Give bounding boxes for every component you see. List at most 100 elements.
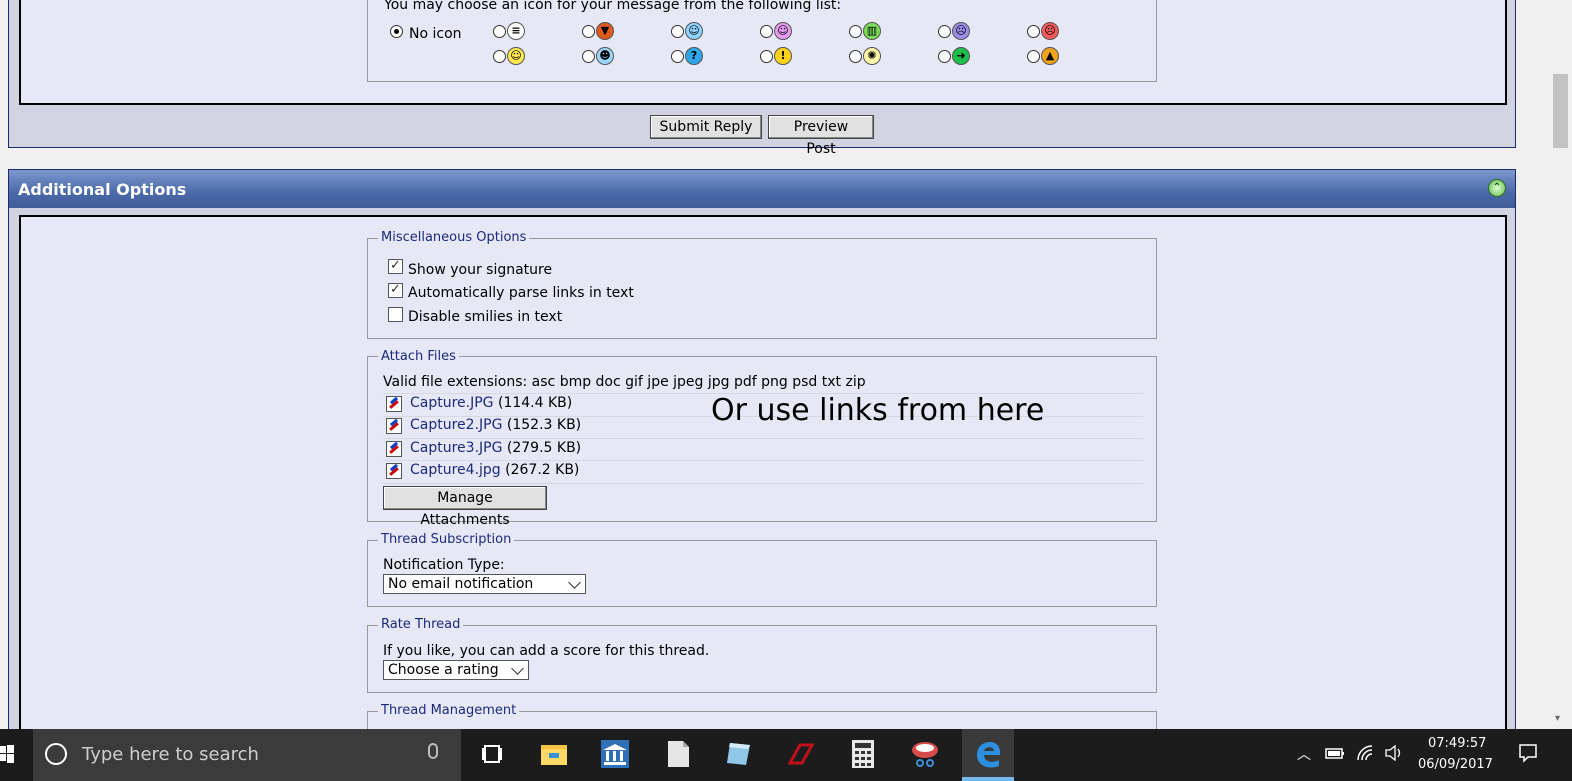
angry-icon: ☹ — [1041, 22, 1059, 40]
attachment-item: Capture2.JPG (152.3 KB) — [410, 417, 581, 433]
attach-files-legend: Attach Files — [378, 349, 459, 364]
attachment-item: Capture.JPG (114.4 KB) — [410, 395, 572, 411]
thread-subscription-legend: Thread Subscription — [378, 532, 515, 547]
show-signature-label: Show your signature — [408, 262, 553, 278]
attachment-file-icon — [386, 418, 402, 434]
scroll-down-arrow-icon[interactable]: ▾ — [1555, 713, 1560, 724]
attachment-link[interactable]: Capture.JPG — [410, 395, 494, 411]
chevron-down-icon — [568, 576, 581, 589]
scrollbar-thumb[interactable] — [1553, 74, 1568, 148]
thumbs-down-icon: ▼ — [596, 22, 614, 40]
thread-management-legend: Thread Management — [378, 703, 520, 718]
tongue-icon: ☺ — [774, 22, 792, 40]
attachment-link[interactable]: Capture4.jpg — [410, 462, 501, 478]
notification-type-value: No email notification — [388, 576, 534, 592]
misc-options-legend: Miscellaneous Options — [378, 230, 530, 245]
post-icon-radio[interactable] — [582, 25, 595, 38]
attachment-size: (114.4 KB) — [498, 395, 573, 411]
question-icon: ? — [685, 47, 703, 65]
rate-thread-fieldset — [367, 625, 1157, 693]
show-hidden-icons-icon[interactable]: ︿ — [1297, 744, 1311, 764]
rating-select[interactable]: Choose a rating — [383, 660, 529, 680]
file-explorer-icon[interactable] — [539, 739, 569, 769]
attachment-size: (152.3 KB) — [506, 417, 582, 433]
post-icon-radio[interactable] — [493, 50, 506, 63]
wifi-icon[interactable] — [1356, 744, 1376, 762]
windows-start-icon[interactable] — [0, 745, 14, 763]
attachment-link[interactable]: Capture2.JPG — [410, 417, 502, 433]
post-icon-radio[interactable] — [1027, 25, 1040, 38]
preview-post-button[interactable]: Preview Post — [768, 115, 874, 157]
rate-thread-legend: Rate Thread — [378, 617, 464, 632]
post-icon-radio[interactable] — [1027, 50, 1040, 63]
additional-options-header[interactable] — [9, 170, 1515, 208]
post-icon-radio[interactable] — [671, 50, 684, 63]
cortana-icon[interactable] — [45, 743, 67, 765]
attachment-link[interactable]: Capture3.JPG — [410, 440, 502, 456]
lightbulb-icon: ✺ — [863, 47, 881, 65]
post-icon-radio[interactable] — [849, 25, 862, 38]
parse-links-label: Automatically parse links in text — [408, 285, 634, 301]
snipping-tool-icon[interactable] — [910, 739, 940, 769]
cool-icon: ☻ — [596, 47, 614, 65]
calculator-icon[interactable] — [848, 739, 878, 769]
notification-type-select[interactable]: No email notification — [383, 574, 586, 594]
disable-smilies-checkbox[interactable] — [388, 307, 403, 322]
attachment-item: Capture4.jpg (267.2 KB) — [410, 462, 579, 478]
divider — [383, 483, 1143, 484]
sad-icon: ☹ — [952, 22, 970, 40]
divider — [383, 460, 1143, 461]
submit-reply-button[interactable]: Submit Reply — [650, 115, 762, 139]
notepad-app-icon[interactable] — [724, 739, 754, 769]
red-logo-app-icon[interactable] — [786, 739, 816, 769]
clock-time[interactable]: 07:49:57 — [1428, 736, 1486, 751]
post-icon-radio[interactable] — [938, 50, 951, 63]
post-icon-radio[interactable] — [582, 50, 595, 63]
clock-date[interactable]: 06/09/2017 — [1418, 757, 1493, 772]
collapse-icon[interactable]: ⌃ — [1488, 179, 1506, 197]
grin-icon: ▥ — [863, 22, 881, 40]
bank-app-icon[interactable] — [600, 739, 630, 769]
attachment-item: Capture3.JPG (279.5 KB) — [410, 440, 581, 456]
attachment-size: (279.5 KB) — [506, 440, 582, 456]
no-icon-label: No icon — [409, 26, 462, 42]
post-icon-radio[interactable] — [849, 50, 862, 63]
parse-links-checkbox[interactable]: ✓ — [388, 283, 403, 298]
active-indicator — [962, 777, 1014, 781]
chevron-down-icon — [511, 662, 524, 675]
wink-icon: ☺ — [685, 22, 703, 40]
additional-options-title: Additional Options — [18, 180, 187, 199]
task-view-icon[interactable] — [478, 739, 508, 769]
smile-icon: ☺ — [507, 47, 525, 65]
no-icon-radio[interactable] — [390, 25, 403, 38]
attachment-file-icon — [386, 396, 402, 412]
rating-value: Choose a rating — [388, 662, 499, 678]
taskbar-search-placeholder: Type here to search — [82, 744, 259, 765]
post-icon-radio[interactable] — [493, 25, 506, 38]
disable-smilies-label: Disable smilies in text — [408, 309, 563, 325]
post-icon-legend: You may choose an icon for your message … — [384, 0, 842, 13]
rate-thread-label: If you like, you can add a score for thi… — [383, 643, 710, 659]
microphone-icon[interactable] — [428, 743, 438, 759]
valid-extensions-text: Valid file extensions: asc bmp doc gif j… — [383, 374, 866, 390]
battery-icon[interactable] — [1325, 746, 1345, 760]
exclamation-icon: ! — [774, 47, 792, 65]
thumbs-up-icon: ▲ — [1041, 47, 1059, 65]
arrow-icon: ➜ — [952, 47, 970, 65]
notification-type-label: Notification Type: — [383, 557, 505, 573]
post-icon-radio[interactable] — [760, 25, 773, 38]
attachment-file-icon — [386, 463, 402, 479]
note-icon: ≡ — [507, 22, 525, 40]
show-signature-checkbox[interactable]: ✓ — [388, 259, 403, 274]
post-icon-radio[interactable] — [671, 25, 684, 38]
attachment-file-icon — [386, 441, 402, 457]
volume-icon[interactable] — [1385, 745, 1405, 761]
document-icon[interactable] — [663, 739, 693, 769]
divider — [383, 438, 1143, 439]
post-icon-radio[interactable] — [938, 25, 951, 38]
action-center-icon[interactable] — [1518, 743, 1538, 763]
post-icon-radio[interactable] — [760, 50, 773, 63]
attachment-size: (267.2 KB) — [505, 462, 580, 478]
manage-attachments-button[interactable]: Manage Attachments — [383, 486, 547, 528]
edge-browser-icon[interactable] — [973, 739, 1003, 769]
